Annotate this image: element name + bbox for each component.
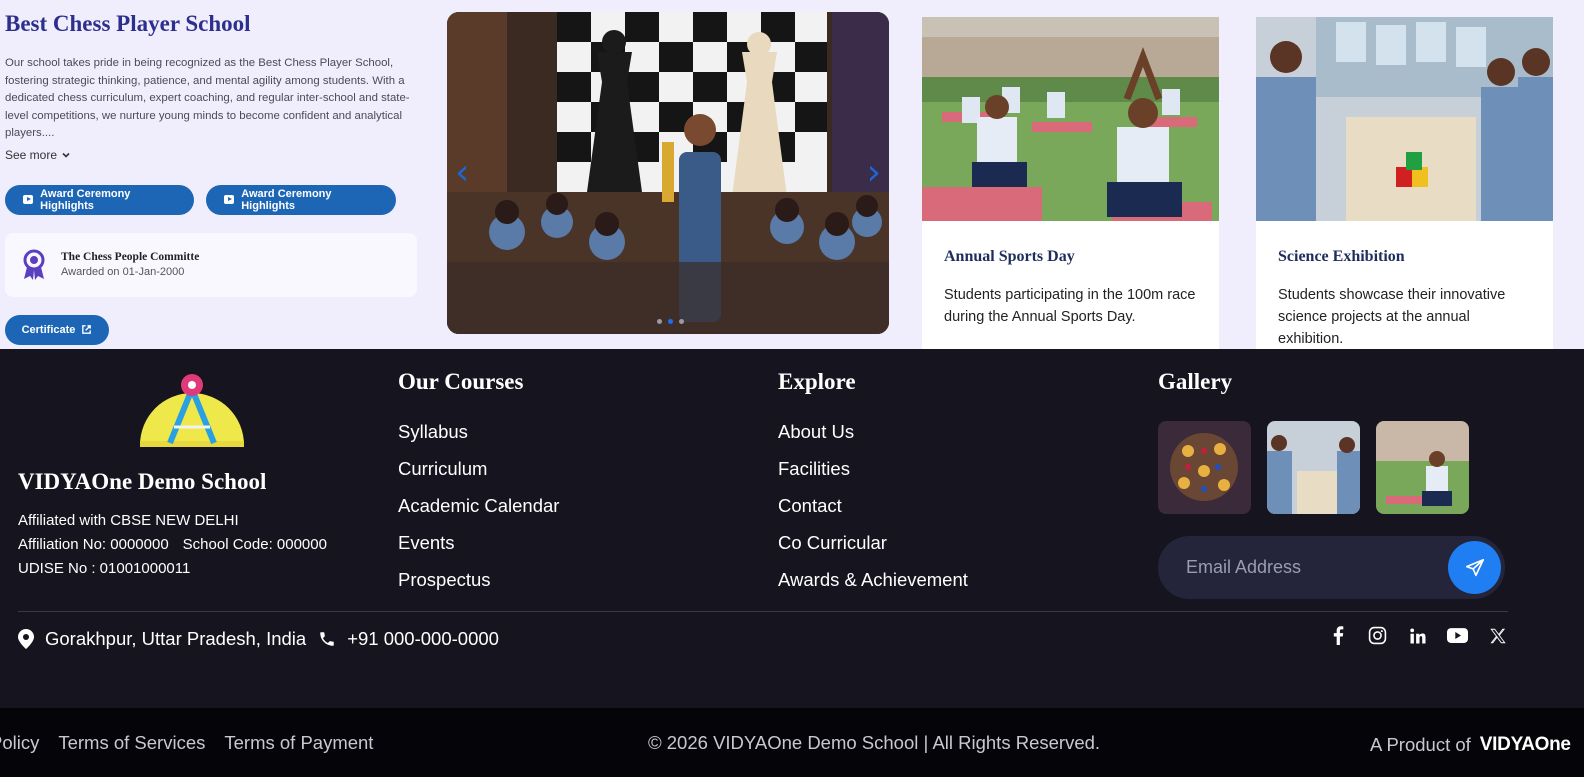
terms-of-payment-link[interactable]: Terms of Payment [224,732,373,754]
brand-logo: VIDYAOne [1479,734,1571,755]
email-input[interactable] [1186,557,1436,578]
sports-day-photo [922,17,1219,221]
send-button[interactable] [1448,541,1501,594]
send-icon [1465,558,1484,576]
award-section: Best Chess Player School Our school take… [0,0,1584,349]
contact-row: Gorakhpur, Uttar Pradesh, India +91 000-… [18,624,499,654]
award-ceremony-button[interactable]: Award Ceremony Highlights [5,184,194,215]
certificate-label: Certificate [21,323,76,336]
footer-divider [18,611,1508,612]
award-details: Best Chess Player School Our school take… [5,0,420,345]
event-description: Students participating in the 100m race … [944,287,1196,325]
award-title: Best Chess Player School [5,11,251,36]
product-prefix: A Product of [1370,734,1471,755]
newsletter-form [1158,536,1505,599]
footer-link-facilities[interactable]: Facilities [778,450,968,487]
event-image [922,17,1219,221]
youtube-icon[interactable] [1447,625,1468,646]
gallery-thumbnails [1158,421,1505,514]
event-card[interactable]: Science Exhibition Students showcase the… [1256,17,1553,349]
phone-icon [320,632,334,646]
policy-link[interactable]: Policy [0,732,39,754]
carousel-dot[interactable] [657,319,662,324]
phone-text: +91 000-000-0000 [347,628,499,649]
carousel-dots [657,319,684,324]
affiliation-text: Affiliated with CBSE NEW DELHI [18,512,239,529]
award-description: Our school takes pride in being recogniz… [5,57,410,139]
footer-link-events[interactable]: Events [398,524,559,561]
terms-of-services-link[interactable]: Terms of Services [58,732,205,754]
facebook-icon[interactable] [1327,625,1348,646]
carousel-dot[interactable] [679,319,684,324]
footer-link-curriculum[interactable]: Curriculum [398,450,559,487]
award-ceremony-button[interactable]: Award Ceremony Highlights [206,184,396,215]
committee-name: The Chess People Committe [61,251,200,263]
gallery-column: Gallery [1158,359,1505,599]
certificate-button[interactable]: Certificate [5,314,109,345]
see-more-label: See more [5,147,58,162]
explore-column: Explore About Us Facilities Contact Co C… [778,359,968,598]
school-info: Affiliated with CBSE NEW DELHI Affiliati… [18,509,327,581]
gallery-thumbnail[interactable] [1267,421,1360,514]
footer-link-awards[interactable]: Awards & Achievement [778,561,968,598]
committee-card: The Chess People Committe Awarded on 01-… [5,232,417,297]
carousel-dot-active[interactable] [668,319,673,324]
address-text: Gorakhpur, Uttar Pradesh, India [45,628,307,649]
award-ceremony-label: Award Ceremony Highlights [241,187,332,212]
copyright-text: © 2026 VIDYAOne Demo School | All Rights… [648,732,1101,753]
award-carousel[interactable]: ‹ › [447,12,889,334]
social-links [1327,625,1508,646]
award-ribbon-icon [23,249,45,280]
chess-award-photo [447,12,889,334]
location-pin-icon [18,629,34,649]
school-code: School Code: 000000 [182,536,327,553]
explore-heading: Explore [778,369,856,394]
event-title: Science Exhibition [1278,248,1405,265]
school-name: VIDYAOne Demo School [18,469,267,494]
legal-links: Policy Terms of Services Terms of Paymen… [0,732,373,754]
courses-column: Our Courses Syllabus Curriculum Academic… [398,359,559,598]
gallery-thumbnail[interactable] [1158,421,1251,514]
see-more-button[interactable]: See more [5,148,420,162]
video-icon [23,195,34,204]
event-card[interactable]: Annual Sports Day Students participating… [922,17,1219,349]
event-image [1256,17,1553,221]
footer-link-prospectus[interactable]: Prospectus [398,561,559,598]
video-icon [224,195,235,204]
chevron-down-icon [62,152,70,158]
award-ceremony-label: Award Ceremony Highlights [40,187,131,212]
footer: VIDYAOne Demo School Affiliated with CBS… [0,349,1584,708]
event-description: Students showcase their innovative scien… [1278,287,1506,347]
school-logo [140,374,244,447]
science-exhibition-photo [1256,17,1553,221]
bottom-bar: Policy Terms of Services Terms of Paymen… [0,708,1584,777]
carousel-next-button[interactable]: › [867,152,881,193]
gallery-heading: Gallery [1158,369,1233,394]
x-icon[interactable] [1487,625,1508,646]
instagram-icon[interactable] [1367,625,1388,646]
courses-heading: Our Courses [398,369,524,394]
external-link-icon [82,325,92,334]
footer-link-academic-calendar[interactable]: Academic Calendar [398,487,559,524]
committee-date: Awarded on 01-Jan-2000 [61,266,185,278]
footer-link-contact[interactable]: Contact [778,487,968,524]
linkedin-icon[interactable] [1407,625,1428,646]
event-title: Annual Sports Day [944,248,1075,265]
carousel-prev-button[interactable]: ‹ [455,152,469,193]
footer-link-syllabus[interactable]: Syllabus [398,413,559,450]
gallery-thumbnail[interactable] [1376,421,1469,514]
udise-number: UDISE No : 01001000011 [18,560,191,577]
product-credit[interactable]: A Product of VIDYAOne [1370,734,1571,756]
footer-link-about-us[interactable]: About Us [778,413,968,450]
affiliation-number: Affiliation No: 0000000 [18,536,169,553]
footer-link-co-curricular[interactable]: Co Curricular [778,524,968,561]
